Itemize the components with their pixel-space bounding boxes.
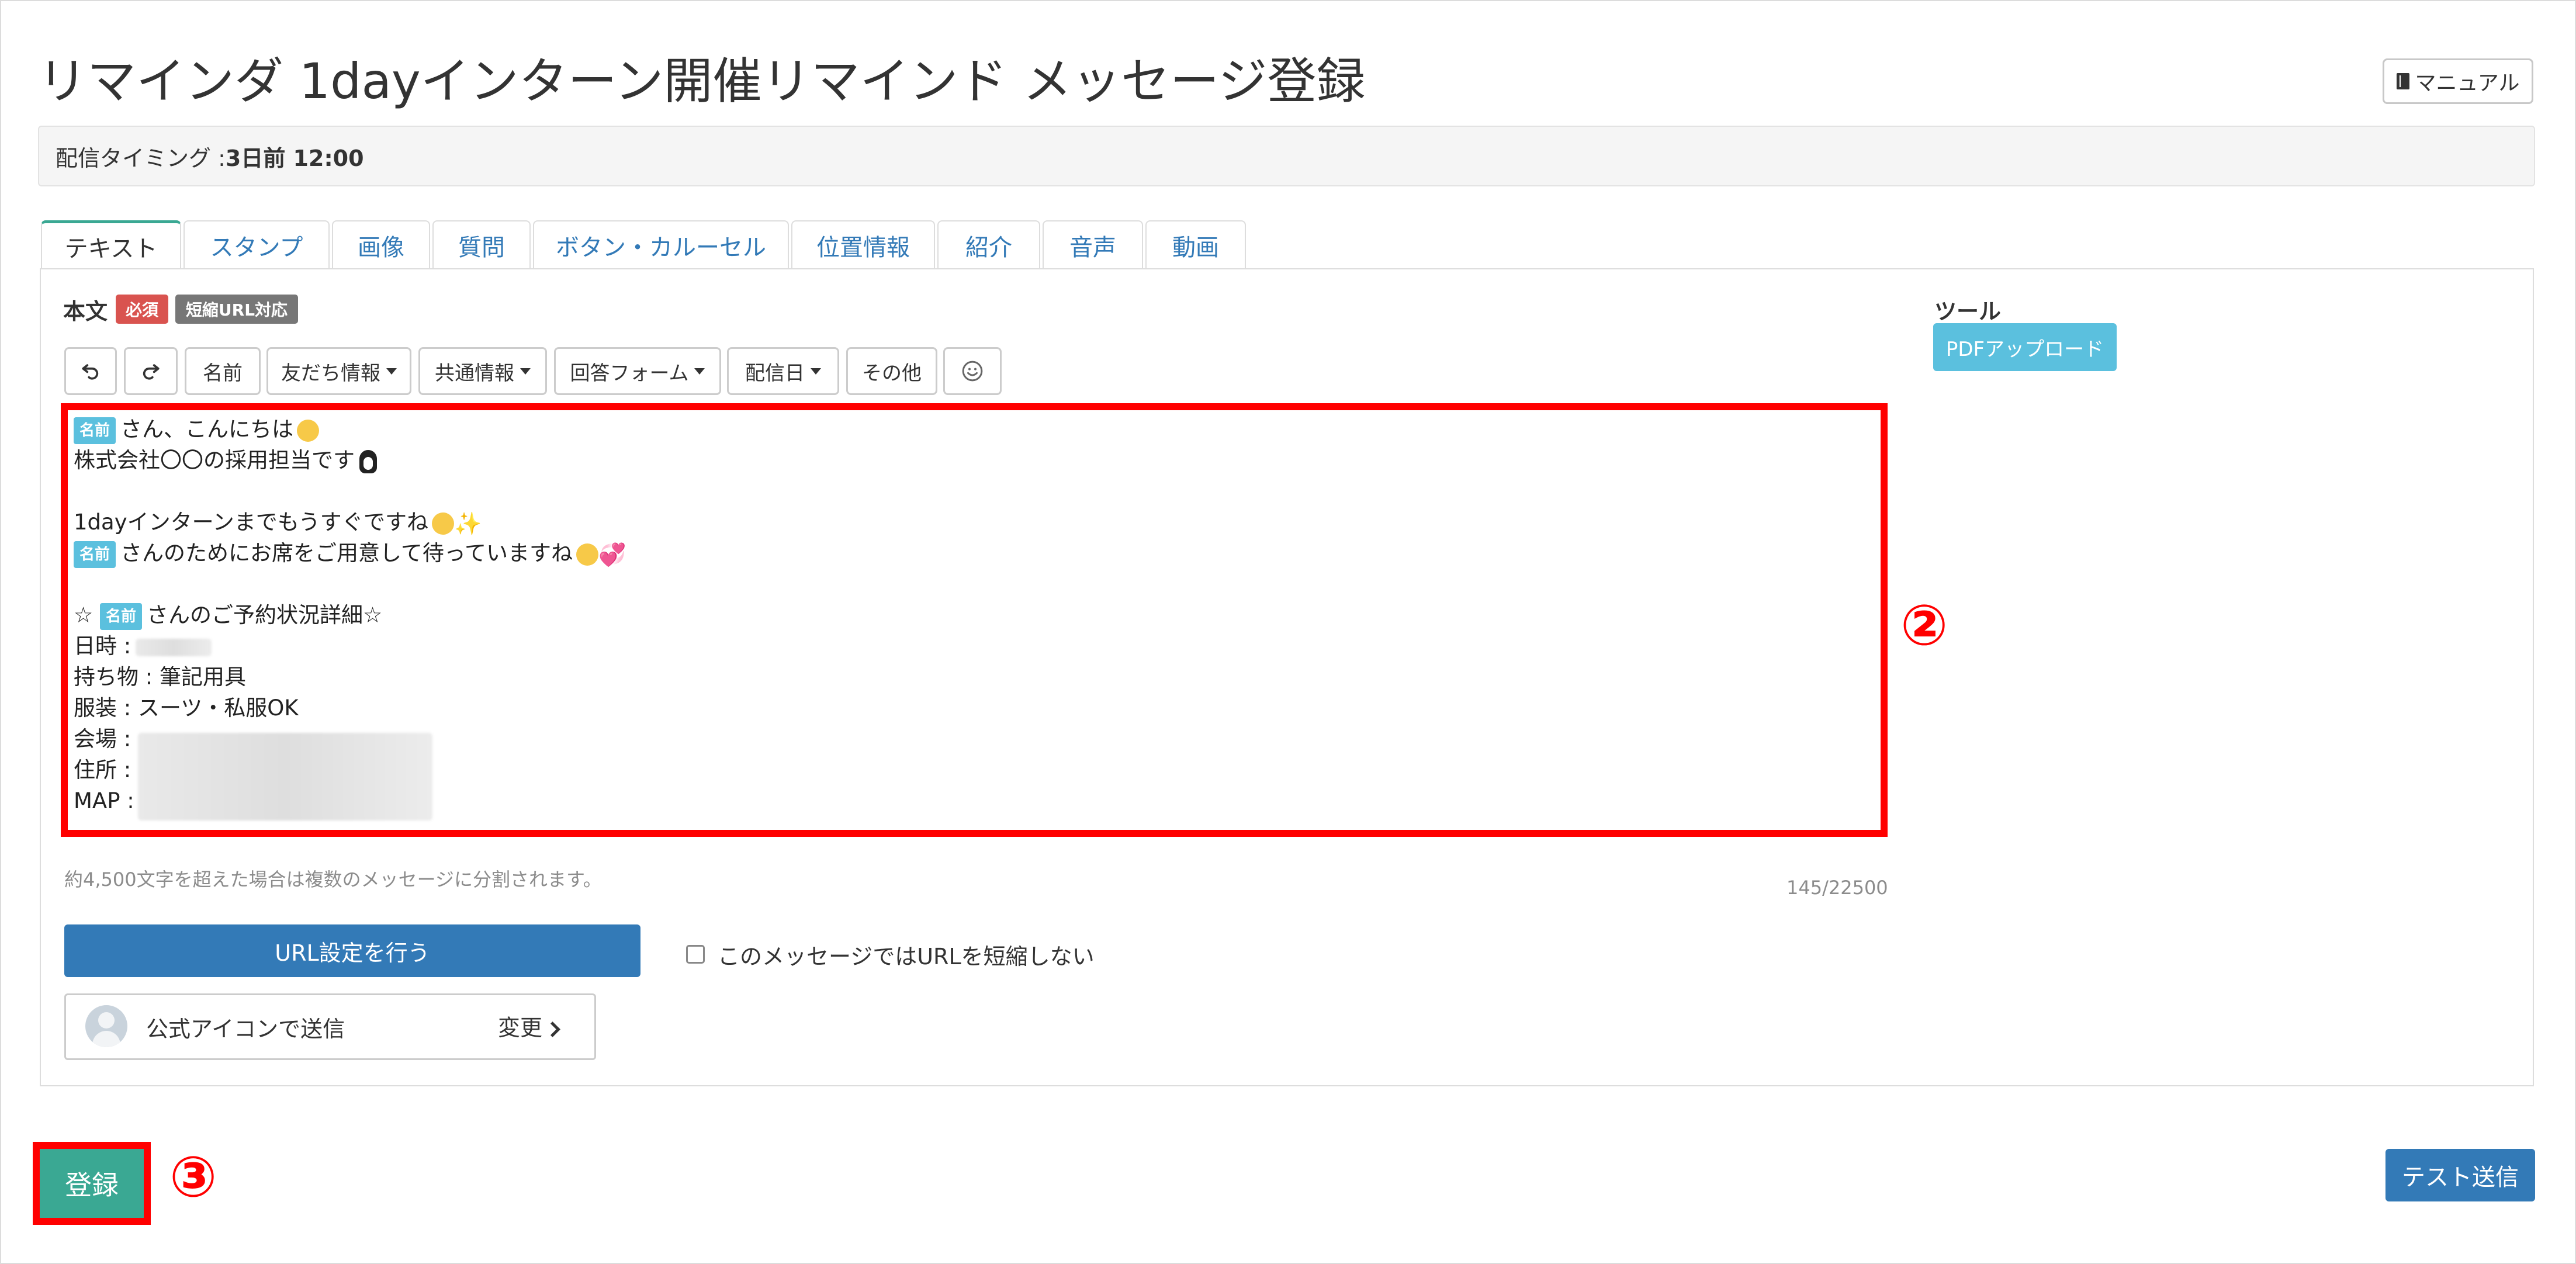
register-button[interactable]: 登録 xyxy=(40,1149,144,1218)
common-info-dropdown[interactable]: 共通情報 xyxy=(418,347,547,395)
penguin-emoji-icon xyxy=(359,449,377,473)
message-type-tabs: テキスト スタンプ 画像 質問 ボタン・カルーセル 位置情報 紹介 音声 動画 xyxy=(41,220,1248,269)
no-shorten-url-label[interactable]: このメッセージではURLを短縮しない xyxy=(718,939,1095,971)
editor-line-text: さん、こんにちは xyxy=(120,417,294,442)
annotation-marker-2: ② xyxy=(1900,593,1948,658)
undo-icon xyxy=(82,364,99,380)
test-send-button[interactable]: テスト送信 xyxy=(2385,1149,2535,1201)
common-info-label: 共通情報 xyxy=(435,361,514,385)
editor-line: 持ち物 : 筆記用具 xyxy=(74,664,246,690)
required-badge: 必須 xyxy=(116,295,168,324)
editor-line: 会場 : xyxy=(74,726,131,752)
smiley-icon xyxy=(962,361,983,382)
manual-button[interactable]: マニュアル xyxy=(2383,58,2533,104)
answer-form-label: 回答フォーム xyxy=(570,361,689,385)
editor-line: 住所 : xyxy=(74,757,131,782)
editor-line: 1dayインターンまでもうすぐですね ✨ xyxy=(74,507,482,538)
split-message-note: 約4,500文字を超えた場合は複数のメッセージに分割されます。 xyxy=(64,868,602,891)
blurred-address-block xyxy=(138,733,432,820)
name-variable-tag[interactable]: 名前 xyxy=(74,541,116,568)
book-icon xyxy=(2396,73,2409,89)
friend-info-dropdown[interactable]: 友だち情報 xyxy=(266,347,411,395)
timing-value: 3日前 12:00 xyxy=(225,145,364,171)
answer-form-dropdown[interactable]: 回答フォーム xyxy=(554,347,721,395)
editor-line-text: さんのためにお席をご用意して待っていますね xyxy=(120,541,573,566)
sender-label: 公式アイコンで送信 xyxy=(146,1016,345,1042)
delivery-timing-bar: 配信タイミング : 3日前 12:00 xyxy=(38,126,2535,186)
editor-line: 株式会社〇〇の採用担当です xyxy=(74,445,377,476)
tools-label: ツール xyxy=(1934,299,2002,324)
tab-audio[interactable]: 音声 xyxy=(1043,220,1143,269)
sparkles-emoji-icon: ✨ xyxy=(454,510,482,536)
caret-down-icon xyxy=(811,368,821,375)
editor-line-text: 株式会社〇〇の採用担当です xyxy=(74,448,355,473)
grin-emoji-icon xyxy=(576,543,599,566)
character-counter: 145/22500 xyxy=(1786,877,1888,899)
body-label: 本文 xyxy=(63,299,108,324)
tab-introduction[interactable]: 紹介 xyxy=(937,220,1040,269)
timing-label: 配信タイミング : xyxy=(56,145,226,171)
tab-stamp[interactable]: スタンプ xyxy=(183,220,330,269)
avatar xyxy=(85,1005,127,1047)
tab-image[interactable]: 画像 xyxy=(332,220,430,269)
friend-info-label: 友だち情報 xyxy=(281,361,380,385)
caret-down-icon xyxy=(386,368,397,375)
delivery-date-dropdown[interactable]: 配信日 xyxy=(727,347,839,395)
chevron-right-icon xyxy=(545,1021,560,1037)
no-shorten-url-checkbox[interactable] xyxy=(686,945,705,964)
short-url-badge: 短縮URL対応 xyxy=(175,295,298,324)
emoji-button[interactable] xyxy=(943,347,1002,395)
editor-line: MAP : xyxy=(74,788,134,813)
page-title: リマインダ 1dayインターン開催リマインド メッセージ登録 xyxy=(38,53,1366,110)
tab-video[interactable]: 動画 xyxy=(1145,220,1246,269)
manual-label: マニュアル xyxy=(2415,71,2520,95)
name-variable-tag[interactable]: 名前 xyxy=(99,602,142,630)
redo-icon xyxy=(143,364,160,380)
star-prefix: ☆ xyxy=(74,602,94,628)
heart-emoji-icon: 💞 xyxy=(598,541,626,567)
editor-line: 名前 さん、こんにちは xyxy=(74,414,320,445)
change-label: 変更 xyxy=(498,1015,543,1041)
editor-line-text: 1dayインターンまでもうすぐですね xyxy=(74,510,429,535)
editor-line: ☆ 名前 さんのご予約状況詳細☆ xyxy=(74,600,382,631)
caret-down-icon xyxy=(520,368,531,375)
caret-down-icon xyxy=(694,368,705,375)
change-sender-button[interactable]: 変更 xyxy=(498,1010,560,1042)
name-variable-tag[interactable]: 名前 xyxy=(74,417,116,444)
smile-emoji-icon xyxy=(297,419,320,442)
url-settings-button[interactable]: URL設定を行う xyxy=(64,924,640,977)
tab-text[interactable]: テキスト xyxy=(41,220,181,269)
editor-line-text: さんのご予約状況詳細☆ xyxy=(146,602,383,628)
annotation-marker-3: ③ xyxy=(169,1144,217,1210)
blurred-value xyxy=(136,638,212,656)
editor-line: 名前 さんのためにお席をご用意して待っていますね 💞 xyxy=(74,538,626,569)
pdf-upload-button[interactable]: PDFアップロード xyxy=(1933,323,2117,371)
delivery-date-label: 配信日 xyxy=(745,361,805,385)
editor-line: 日時 : xyxy=(74,631,212,662)
tab-location[interactable]: 位置情報 xyxy=(791,220,935,269)
tab-question[interactable]: 質問 xyxy=(432,220,531,269)
grin-emoji-icon xyxy=(432,512,455,535)
editor-line-text: 日時 : xyxy=(74,633,131,659)
editor-line: 服装 : スーツ・私服OK xyxy=(74,695,299,721)
insert-name-button[interactable]: 名前 xyxy=(185,347,261,395)
other-button[interactable]: その他 xyxy=(846,347,937,395)
undo-button[interactable] xyxy=(64,347,117,395)
redo-button[interactable] xyxy=(124,347,178,395)
tab-button-carousel[interactable]: ボタン・カルーセル xyxy=(533,220,789,269)
